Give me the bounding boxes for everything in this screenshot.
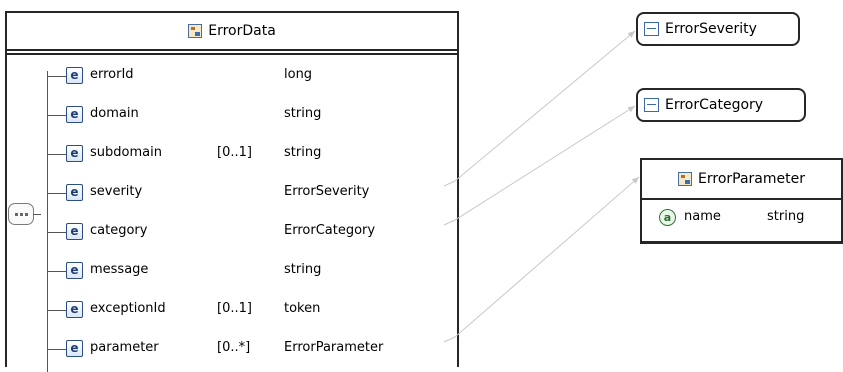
severity-to-errorseverity-connector bbox=[443, 30, 636, 187]
parameter-to-errorparameter-connector bbox=[443, 176, 640, 343]
category-to-errorcategory-connector bbox=[443, 105, 636, 226]
type-reference-connectors bbox=[443, 30, 640, 343]
